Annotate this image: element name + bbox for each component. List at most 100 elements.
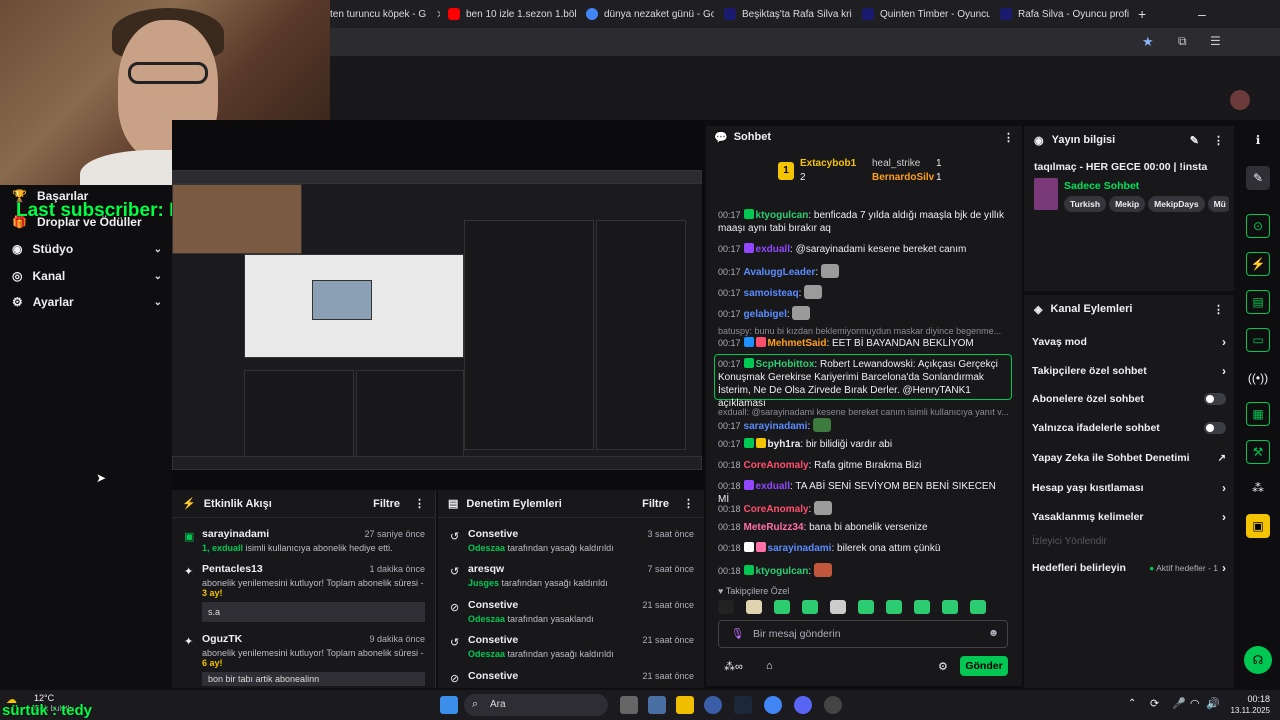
chrome-icon[interactable] [764, 696, 782, 714]
emote-icon[interactable] [942, 600, 958, 614]
address-bar[interactable]: ★ ⧉ ☰ [330, 28, 1280, 56]
emote-icon[interactable] [774, 600, 790, 614]
emote-icon[interactable] [886, 600, 902, 614]
broadcast-icon[interactable]: ((•)) [1246, 366, 1270, 390]
send-button[interactable]: Gönder [960, 656, 1008, 676]
browser-tab[interactable]: Rafa Silva - Oyuncu profi✕ [1000, 4, 1140, 24]
camera-icon[interactable]: ⊙ [1246, 214, 1270, 238]
app-icon[interactable] [704, 696, 722, 714]
msg-user[interactable]: ktyogulcan [756, 566, 809, 577]
emote-icon[interactable] [830, 600, 846, 614]
tray-chevron-icon[interactable]: ⌃ [1128, 698, 1136, 709]
msg-user[interactable]: MeteRulzz34 [744, 522, 804, 533]
msg-user[interactable]: samoisteaq [744, 288, 799, 299]
leader-third[interactable]: BernardoSilv [872, 172, 934, 183]
action-slow-mode[interactable]: Yavaş mod › [1032, 335, 1226, 349]
microphone-icon[interactable]: 🎙 [731, 627, 744, 640]
emote-icon[interactable] [970, 600, 986, 614]
info-icon[interactable]: ℹ [1246, 128, 1270, 152]
more-icon[interactable]: ⋮ [1213, 134, 1224, 147]
chat-bubble-icon[interactable]: ▭ [1246, 328, 1270, 352]
msg-user[interactable]: ScpHobittox [756, 359, 815, 370]
network-icon[interactable]: ⟳ [1150, 697, 1159, 710]
emote-icon[interactable] [858, 600, 874, 614]
windows-start-icon[interactable] [440, 696, 458, 714]
store-icon[interactable]: ⌂ [766, 660, 773, 672]
clock-date[interactable]: 13.11.2025 [1222, 706, 1270, 715]
film-icon[interactable]: ▣ [1246, 514, 1270, 538]
wrench-icon[interactable]: ⚒ [1246, 440, 1270, 464]
headset-icon[interactable]: ☊ [1244, 646, 1272, 674]
msg-user[interactable]: exduall [756, 481, 790, 492]
action-banned-words[interactable]: Yasaklanmış kelimeler › [1032, 510, 1226, 524]
browser-tab[interactable]: ben 10 izle 1.sezon 1.bölü✕ [448, 4, 576, 24]
msg-user[interactable]: ktyogulcan [756, 210, 809, 221]
wifi-icon[interactable]: ◠ [1190, 697, 1200, 710]
action-goals[interactable]: Hedefleri belirleyin ● Aktif hedefler - 1… [1032, 561, 1226, 575]
chat-input[interactable]: 🎙 Bir mesaj gönderin ☻ [718, 620, 1008, 648]
new-tab-button[interactable]: + [1138, 4, 1158, 24]
emote-icon[interactable] [802, 600, 818, 614]
task-view-icon[interactable] [620, 696, 638, 714]
stream-category[interactable]: Sadece Sohbet [1064, 180, 1139, 192]
points-icon[interactable]: ⁂ [1246, 476, 1270, 500]
action-ai-moderation[interactable]: Yapay Zeka ile Sohbet Denetimi ↗ [1032, 452, 1226, 464]
sidebar-item-channel[interactable]: ◎ Kanal ⌄ [12, 269, 162, 283]
msg-user[interactable]: CoreAnomaly [744, 460, 809, 471]
menu-icon[interactable]: ☰ [1210, 34, 1221, 48]
more-icon[interactable]: ⋮ [414, 497, 425, 510]
more-icon[interactable]: ⋮ [1003, 131, 1014, 144]
extensions-icon[interactable]: ⧉ [1178, 34, 1187, 49]
emote-icon[interactable] [718, 600, 734, 614]
leader-second[interactable]: heal_strike [872, 158, 920, 169]
filter-button[interactable]: Filtre [642, 498, 669, 510]
more-icon[interactable]: ⋮ [683, 497, 694, 510]
subscribers-only-toggle[interactable] [1204, 393, 1226, 405]
emote-icon[interactable] [746, 600, 762, 614]
stream-tag[interactable]: Turkish [1064, 196, 1107, 212]
msg-user[interactable]: sarayinadami [744, 421, 808, 432]
browser-tab[interactable]: Beşiktaş'ta Rafa Silva kriz✕ [724, 4, 852, 24]
bookmark-star-icon[interactable]: ★ [1142, 34, 1154, 50]
browser-tab[interactable]: Quinten Timber - Oyuncu✕ [862, 4, 990, 24]
gear-icon[interactable]: ⚙ [938, 660, 948, 673]
emote-only-toggle[interactable] [1204, 422, 1226, 434]
filter-button[interactable]: Filtre [373, 498, 400, 510]
clock-time[interactable]: 00:18 [1222, 694, 1270, 704]
minimize-icon[interactable]: – [1198, 4, 1218, 24]
browser-tab[interactable]: ten turuncu köpek - G ✕ [330, 4, 440, 24]
emote-icon[interactable] [914, 600, 930, 614]
avatar[interactable] [1230, 90, 1250, 110]
stream-tag[interactable]: Mekip [1109, 196, 1146, 212]
volume-icon[interactable]: 🔊 [1206, 697, 1220, 710]
taskbar-search[interactable]: ⌕ Ara [464, 694, 608, 716]
sidebar-item-settings[interactable]: ⚙ Ayarlar ⌄ [12, 295, 162, 309]
discord-icon[interactable] [794, 696, 812, 714]
action-followers-only[interactable]: Takipçilere özel sohbet › [1032, 364, 1226, 378]
msg-user[interactable]: CoreAnomaly [744, 504, 809, 515]
msg-user[interactable]: gelabigel [744, 309, 787, 320]
stream-tag[interactable]: MekipDays [1148, 196, 1205, 212]
more-icon[interactable]: ⋮ [1213, 303, 1224, 316]
msg-user[interactable]: AvaluggLeader [744, 267, 816, 278]
mic-icon[interactable]: 🎤 [1172, 697, 1186, 710]
emoji-icon[interactable]: ☻ [988, 627, 999, 639]
obs-icon[interactable] [824, 696, 842, 714]
lightning-icon[interactable]: ⚡ [1246, 252, 1270, 276]
msg-user[interactable]: MehmetSaid [768, 338, 827, 349]
calculator-icon[interactable] [648, 696, 666, 714]
stream-tag[interactable]: Mü [1207, 196, 1229, 212]
close-icon[interactable]: ✕ [436, 8, 440, 21]
pencil-icon[interactable]: ✎ [1246, 166, 1270, 190]
action-account-age[interactable]: Hesap yaşı kısıtlaması › [1032, 481, 1226, 495]
sidebar-item-studio[interactable]: ◉ Stüdyo ⌄ [12, 242, 162, 256]
msg-user[interactable]: sarayinadami [768, 543, 832, 554]
steam-icon[interactable] [734, 696, 752, 714]
server-icon[interactable]: ▦ [1246, 402, 1270, 426]
browser-tab[interactable]: dünya nezaket günü - Go✕ [586, 4, 714, 24]
clipboard-icon[interactable]: ▤ [1246, 290, 1270, 314]
msg-user[interactable]: byh1ra [768, 439, 801, 450]
edit-icon[interactable]: ✎ [1190, 134, 1199, 147]
folder-icon[interactable] [676, 696, 694, 714]
msg-user[interactable]: exduall [756, 244, 790, 255]
